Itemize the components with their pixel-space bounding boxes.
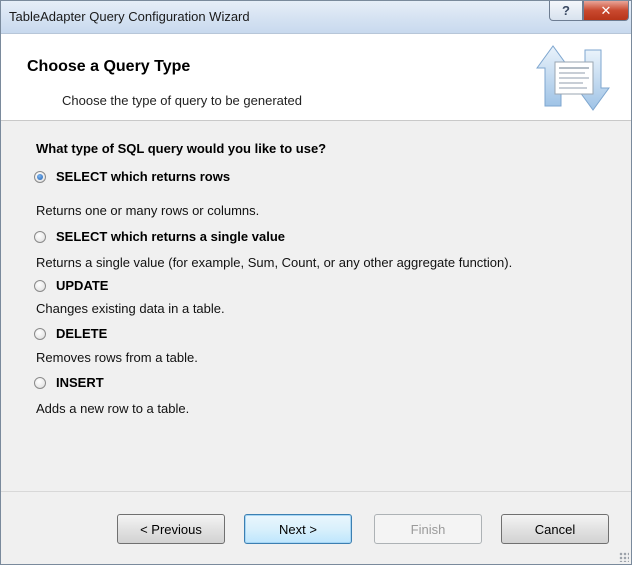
option-description: Adds a new row to a table. — [36, 401, 190, 416]
option-delete[interactable]: DELETE — [34, 326, 107, 341]
finish-button: Finish — [374, 514, 482, 544]
previous-button[interactable]: < Previous — [117, 514, 225, 544]
option-label: SELECT which returns a single value — [56, 229, 286, 244]
page-subtitle: Choose the type of query to be generated — [62, 93, 302, 108]
question-label: What type of SQL query would you like to… — [36, 141, 327, 156]
option-label: INSERT — [56, 375, 104, 390]
close-icon: ✕ — [600, 2, 612, 18]
option-description: Returns one or many rows or columns. — [36, 203, 260, 218]
option-description: Removes rows from a table. — [36, 350, 198, 365]
option-select-single-value[interactable]: SELECT which returns a single value — [34, 229, 285, 244]
close-button[interactable]: ✕ — [583, 1, 629, 21]
wizard-window: TableAdapter Query Configuration Wizard … — [0, 0, 632, 565]
radio-select-single-value[interactable] — [34, 230, 46, 243]
help-button[interactable]: ? — [549, 1, 583, 21]
resize-grip[interactable] — [619, 552, 629, 562]
cancel-button[interactable]: Cancel — [501, 514, 609, 544]
option-select-rows[interactable]: SELECT which returns rows — [34, 169, 230, 184]
page-title: Choose a Query Type — [27, 58, 191, 75]
option-insert[interactable]: INSERT — [34, 375, 104, 390]
window-title: TableAdapter Query Configuration Wizard — [9, 9, 250, 24]
title-bar[interactable]: TableAdapter Query Configuration Wizard … — [1, 1, 631, 34]
option-update[interactable]: UPDATE — [34, 278, 108, 293]
option-label: SELECT which returns rows — [56, 169, 231, 184]
wizard-header: Choose a Query Type Choose the type of q… — [1, 34, 631, 121]
radio-select-rows[interactable] — [34, 170, 46, 183]
query-type-panel: What type of SQL query would you like to… — [1, 121, 631, 491]
radio-insert[interactable] — [34, 376, 46, 389]
query-wizard-icon — [536, 45, 610, 111]
option-description: Changes existing data in a table. — [36, 301, 225, 316]
help-icon: ? — [562, 3, 570, 18]
next-button[interactable]: Next > — [244, 514, 352, 544]
option-description: Returns a single value (for example, Sum… — [36, 255, 513, 270]
radio-delete[interactable] — [34, 327, 46, 340]
option-label: UPDATE — [56, 278, 109, 293]
radio-update[interactable] — [34, 279, 46, 292]
footer-divider — [1, 491, 631, 492]
option-label: DELETE — [56, 326, 108, 341]
